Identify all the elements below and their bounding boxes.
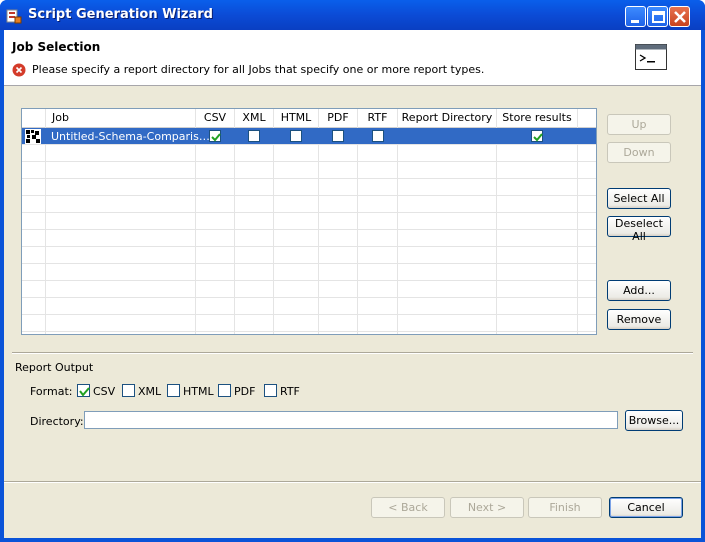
error-message: Please specify a report directory for al… [32,63,485,76]
table-row [22,230,596,247]
wizard-header: Job Selection Please specify a report di… [4,30,701,86]
remove-button[interactable]: Remove [607,309,671,330]
maximize-icon [652,11,665,23]
add-button[interactable]: Add... [607,280,671,301]
column-header-csv[interactable]: CSV [196,109,235,128]
finish-button[interactable]: Finish [528,497,602,518]
format-xml-label[interactable]: XML [138,385,161,398]
table-row [22,179,596,196]
column-header-pdf[interactable]: PDF [319,109,358,128]
report-output-group-label: Report Output [15,361,94,374]
format-pdf-label[interactable]: PDF [234,385,255,398]
cancel-button[interactable]: Cancel [609,497,683,518]
down-button[interactable]: Down [607,142,671,163]
table-row [22,162,596,179]
up-button[interactable]: Up [607,114,671,135]
rtf-checkbox[interactable] [372,130,384,142]
format-label: Format: [30,385,73,398]
csv-checkbox[interactable] [209,130,221,142]
dialog-client-area: Job Selection Please specify a report di… [4,30,701,538]
format-html-label[interactable]: HTML [183,385,214,398]
page-title: Job Selection [12,40,101,54]
column-header-html[interactable]: HTML [274,109,319,128]
pdf-checkbox[interactable] [332,130,344,142]
column-header-report-directory[interactable]: Report Directory [398,109,497,128]
close-button[interactable] [669,6,690,27]
maximize-button[interactable] [647,6,668,27]
checkmark-icon [211,133,221,142]
close-icon [674,11,686,23]
checkmark-icon [533,133,543,142]
browse-button[interactable]: Browse... [625,410,683,431]
separator [12,352,693,354]
table-row[interactable]: Untitled-Schema-Comparis… [22,128,596,145]
table-row [22,247,596,264]
wizard-window: Script Generation Wizard Job Selection P… [0,0,705,542]
store-results-checkbox[interactable] [531,130,543,142]
format-csv-checkbox[interactable] [77,384,90,397]
job-name: Untitled-Schema-Comparis… [51,130,210,143]
directory-input[interactable] [84,411,618,429]
table-row [22,213,596,230]
format-rtf-checkbox[interactable] [264,384,277,397]
window-title: Script Generation Wizard [28,7,213,22]
minimize-icon [631,20,639,23]
minimize-button[interactable] [625,6,646,27]
select-all-button[interactable]: Select All [607,188,671,209]
back-button[interactable]: < Back [371,497,445,518]
format-csv-label[interactable]: CSV [93,385,115,398]
table-row [22,315,596,332]
app-icon [6,8,22,24]
format-xml-checkbox[interactable] [122,384,135,397]
deselect-all-button[interactable]: Deselect All [607,216,671,243]
format-html-checkbox[interactable] [167,384,180,397]
title-bar[interactable]: Script Generation Wizard [0,0,705,30]
format-rtf-label[interactable]: RTF [280,385,300,398]
table-row [22,281,596,298]
jobs-table[interactable]: Job CSV XML HTML PDF RTF Report Director… [21,108,597,335]
html-checkbox[interactable] [290,130,302,142]
table-row [22,264,596,281]
directory-label: Directory: [30,415,84,428]
column-header-job[interactable]: Job [46,109,196,128]
column-header-store-results[interactable]: Store results [497,109,578,128]
table-row [22,145,596,162]
footer-separator [4,481,701,483]
table-header: Job CSV XML HTML PDF RTF Report Director… [22,109,596,128]
error-icon [12,63,26,77]
format-pdf-checkbox[interactable] [218,384,231,397]
table-row [22,196,596,213]
checkmark-icon [79,387,90,397]
xml-checkbox[interactable] [248,130,260,142]
column-header-icon[interactable] [22,109,46,128]
table-row [22,298,596,315]
terminal-icon [635,44,667,70]
next-button[interactable]: Next > [450,497,524,518]
column-header-xml[interactable]: XML [235,109,274,128]
column-header-rtf[interactable]: RTF [358,109,398,128]
